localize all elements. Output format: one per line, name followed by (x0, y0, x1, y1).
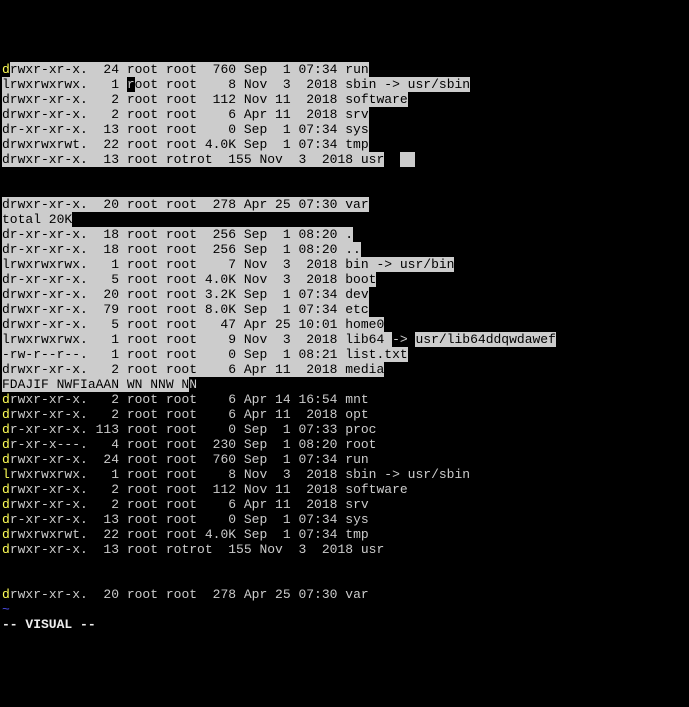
terminal-line: drwxr-xr-x. 20 root root 3.2K Sep 1 07:3… (2, 287, 687, 302)
terminal-line: drwxr-xr-x. 2 root root 6 Apr 11 2018 sr… (2, 107, 687, 122)
terminal-line: dr-xr-xr-x. 113 root root 0 Sep 1 07:33 … (2, 422, 687, 437)
terminal-line: drwxr-xr-x. 2 root root 6 Apr 11 2018 op… (2, 407, 687, 422)
terminal-line (2, 167, 687, 182)
terminal-line: drwxr-xr-x. 2 root root 112 Nov 11 2018 … (2, 92, 687, 107)
terminal-line: drwxr-xr-x. 2 root root 6 Apr 11 2018 me… (2, 362, 687, 377)
terminal-line: total 20K (2, 212, 687, 227)
terminal-line: ~ (2, 602, 687, 617)
terminal-line: drwxr-xr-x. 24 root root 760 Sep 1 07:34… (2, 452, 687, 467)
terminal-line: dr-xr-xr-x. 18 root root 256 Sep 1 08:20… (2, 242, 687, 257)
terminal-line: dr-xr-xr-x. 18 root root 256 Sep 1 08:20… (2, 227, 687, 242)
terminal-line: drwxr-xr-x. 5 root root 47 Apr 25 10:01 … (2, 317, 687, 332)
terminal-line: drwxr-xr-x. 2 root root 6 Apr 11 2018 sr… (2, 497, 687, 512)
terminal-line (2, 572, 687, 587)
terminal-line: dr-xr-xr-x. 5 root root 4.0K Nov 3 2018 … (2, 272, 687, 287)
terminal-line: lrwxrwxrwx. 1 root root 9 Nov 3 2018 lib… (2, 332, 687, 347)
terminal-line: FDAJIF NWFIaAAN WN NNW NN (2, 377, 687, 392)
terminal-line: drwxr-xr-x. 79 root root 8.0K Sep 1 07:3… (2, 302, 687, 317)
terminal-line: lrwxrwxrwx. 1 root root 8 Nov 3 2018 sbi… (2, 77, 687, 92)
terminal-line: lrwxrwxrwx. 1 root root 8 Nov 3 2018 sbi… (2, 467, 687, 482)
terminal-line: drwxrwxrwt. 22 root root 4.0K Sep 1 07:3… (2, 137, 687, 152)
terminal-line (2, 182, 687, 197)
terminal-line: dr-xr-xr-x. 13 root root 0 Sep 1 07:34 s… (2, 512, 687, 527)
terminal-line: -rw-r--r--. 1 root root 0 Sep 1 08:21 li… (2, 347, 687, 362)
terminal-line: drwxr-xr-x. 2 root root 112 Nov 11 2018 … (2, 482, 687, 497)
terminal-output[interactable]: drwxr-xr-x. 24 root root 760 Sep 1 07:34… (2, 62, 687, 632)
terminal-line: drwxr-xr-x. 20 root root 278 Apr 25 07:3… (2, 197, 687, 212)
terminal-line: dr-xr-x---. 4 root root 230 Sep 1 08:20 … (2, 437, 687, 452)
terminal-line: -- VISUAL -- (2, 617, 687, 632)
terminal-line (2, 557, 687, 572)
terminal-line: dr-xr-xr-x. 13 root root 0 Sep 1 07:34 s… (2, 122, 687, 137)
terminal-line: lrwxrwxrwx. 1 root root 7 Nov 3 2018 bin… (2, 257, 687, 272)
terminal-line: drwxr-xr-x. 13 root rotrot 155 Nov 3 201… (2, 542, 687, 557)
terminal-line: drwxrwxrwt. 22 root root 4.0K Sep 1 07:3… (2, 527, 687, 542)
terminal-line: drwxr-xr-x. 20 root root 278 Apr 25 07:3… (2, 587, 687, 602)
terminal-line: drwxr-xr-x. 13 root rotrot 155 Nov 3 201… (2, 152, 687, 167)
terminal-line: drwxr-xr-x. 2 root root 6 Apr 14 16:54 m… (2, 392, 687, 407)
terminal-line: drwxr-xr-x. 24 root root 760 Sep 1 07:34… (2, 62, 687, 77)
